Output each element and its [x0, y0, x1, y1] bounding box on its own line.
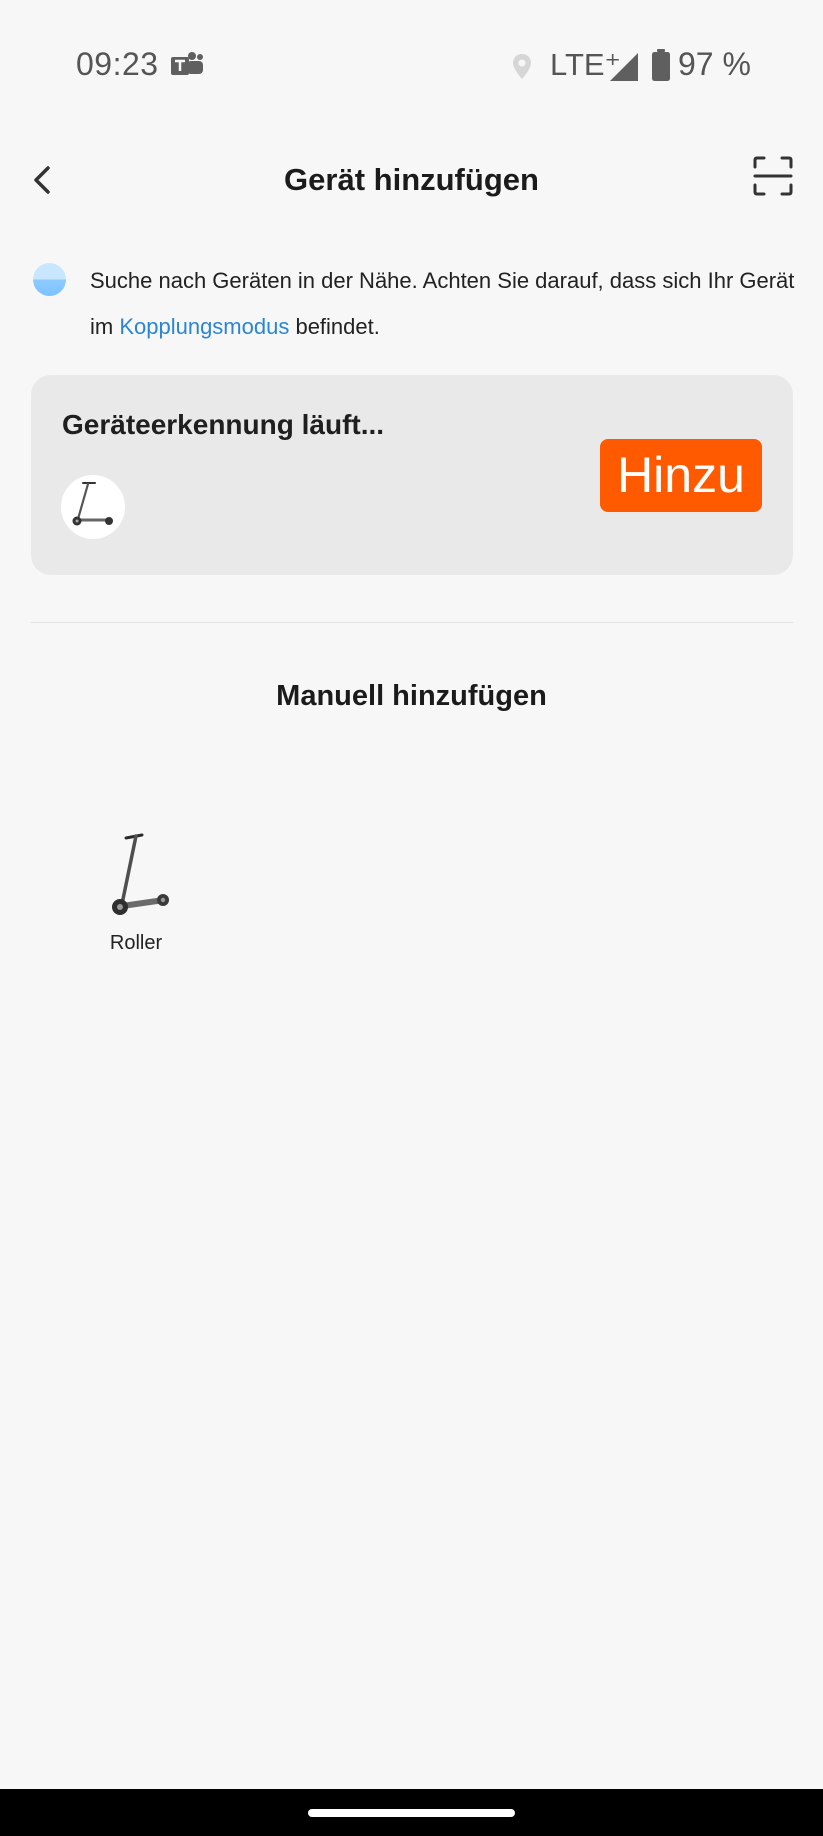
status-time: 09:23: [76, 46, 159, 82]
location-icon: [513, 54, 531, 79]
teams-icon: [171, 52, 203, 75]
battery-label: 97 %: [678, 46, 751, 82]
scan-icon: [753, 156, 793, 196]
category-label: Roller: [109, 932, 163, 954]
hint-text-after: befindet.: [289, 314, 380, 339]
divider: [31, 622, 793, 623]
battery-icon: [652, 49, 670, 81]
scan-button[interactable]: [753, 156, 793, 196]
home-gesture-handle[interactable]: [308, 1809, 515, 1817]
pairing-mode-link[interactable]: Kopplungsmodus: [119, 314, 289, 339]
manual-add-title: Manuell hinzufügen: [276, 680, 547, 712]
navigation-bar: [0, 1789, 823, 1836]
category-tile-roller[interactable]: Roller: [85, 820, 187, 960]
searching-indicator-icon: [33, 263, 66, 296]
signal-icon: [610, 53, 638, 81]
scooter-icon: [72, 482, 113, 526]
scooter-icon: [112, 833, 169, 915]
status-bar: 09:23 LTE⁺ 97 %: [0, 0, 823, 132]
hint-text: Suche nach Geräten in der Nähe. Achten S…: [90, 258, 800, 350]
page-title: Gerät hinzufügen: [284, 162, 539, 197]
discovered-device-thumbnail[interactable]: [61, 475, 125, 539]
add-device-screen: 09:23 LTE⁺ 97 % Gerät hinzufügen Suche n…: [0, 0, 823, 1836]
add-device-button[interactable]: Hinzu: [600, 439, 762, 512]
header: Gerät hinzufügen: [0, 132, 823, 228]
discovery-title: Geräteerkennung läuft...: [62, 409, 385, 440]
device-discovery-card: Geräteerkennung läuft... Hinzu: [31, 375, 793, 575]
